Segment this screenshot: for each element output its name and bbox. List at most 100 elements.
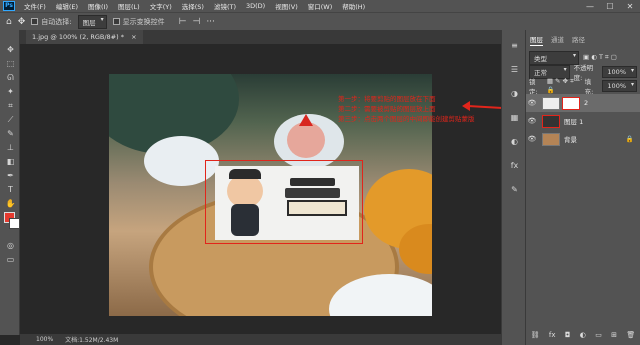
tools-panel: ✥ ⬚ ᘏ ✦ ⌗ ⟋ ✎ ⊥ ◧ ✒ T ✋ ◎ ▭ <box>0 30 20 335</box>
magic-wand-icon[interactable]: ✦ <box>5 86 16 97</box>
menu-filter[interactable]: 滤镜(T) <box>209 1 241 11</box>
hand-tool-icon[interactable]: ✋ <box>5 198 16 209</box>
annotation-step-2: 第二步：需要被剪贴的图层放上面 <box>338 105 436 113</box>
options-bar: ⌂ ✥ 自动选择: 图层 显示变换控件 ⊢ ⊣ ··· <box>0 12 640 30</box>
layer-filter-dropdown[interactable]: 类型 <box>529 50 579 65</box>
window-controls: — ☐ ✕ <box>580 2 640 11</box>
lock-icon: 🔒 <box>625 135 634 143</box>
layer-thumbnail <box>542 114 560 128</box>
brush-tool-icon[interactable]: ✎ <box>5 128 16 139</box>
move-tool-icon[interactable]: ✥ <box>18 17 26 27</box>
transform-label: 显示变换控件 <box>122 17 165 26</box>
fill-input[interactable]: 100% <box>602 79 638 92</box>
bun-image <box>287 122 325 158</box>
close-button[interactable]: ✕ <box>620 2 640 11</box>
menu-3d[interactable]: 3D(D) <box>241 2 270 10</box>
document-tab-title: 1.jpg @ 100% (2, RGB/8#) * <box>32 33 124 41</box>
pen-tool-icon[interactable]: ✒ <box>5 170 16 181</box>
menu-window[interactable]: 窗口(W) <box>303 1 338 11</box>
trash-icon[interactable]: 🗑 <box>626 331 635 339</box>
history-icon[interactable]: ≡ <box>509 40 520 51</box>
zoom-level[interactable]: 100% <box>36 336 53 343</box>
more-options-icon[interactable]: ··· <box>206 17 215 27</box>
folder-icon[interactable]: ▭ <box>595 331 602 339</box>
auto-select-checkbox[interactable] <box>31 18 39 25</box>
fill-label: 填充: <box>584 77 594 96</box>
tab-channels[interactable]: 通道 <box>551 34 564 46</box>
lock-icons[interactable]: ▦ ✎ ✥ ⌗ 🔒 <box>547 77 581 94</box>
annotation-step-3: 第三步：点击两个图层的中间即能创建剪贴蒙版 <box>338 115 475 123</box>
menu-file[interactable]: 文件(F) <box>19 1 51 11</box>
document-tab-bar: 1.jpg @ 100% (2, RGB/8#) * × <box>20 30 501 44</box>
align-center-icon[interactable]: ⊣ <box>192 17 200 27</box>
annotation-text: 第一步：将要剪贴的图层放在下面 第二步：需要被剪贴的图层放上面 第三步：点击两个… <box>338 94 475 124</box>
maximize-button[interactable]: ☐ <box>600 2 620 11</box>
home-icon[interactable]: ⌂ <box>6 17 12 27</box>
brush-settings-icon[interactable]: ✎ <box>509 184 520 195</box>
layer-row-background[interactable]: 👁 背景 🔒 <box>526 130 640 148</box>
lock-label: 锁定: <box>529 77 538 96</box>
highlight-box <box>205 160 363 244</box>
link-icon[interactable]: ⛓ <box>531 331 540 339</box>
layer-row-layer1[interactable]: 👁 图层 1 <box>526 112 640 130</box>
screen-mode-icon[interactable]: ▭ <box>5 254 16 265</box>
status-bar: 100% 文档:1.52M/2.43M <box>20 334 501 345</box>
minimize-button[interactable]: — <box>580 2 600 11</box>
adjustments-icon[interactable]: ◐ <box>509 136 520 147</box>
layer-row-2[interactable]: 👁 2 <box>526 94 640 112</box>
align-left-icon[interactable]: ⊢ <box>179 17 187 27</box>
move-tool-icon[interactable]: ✥ <box>5 44 16 55</box>
quick-mask-icon[interactable]: ◎ <box>5 240 16 251</box>
visibility-eye-icon[interactable]: 👁 <box>526 99 538 107</box>
auto-select-group: 自动选择: <box>31 17 72 27</box>
styles-icon[interactable]: fx <box>509 160 520 171</box>
lasso-tool-icon[interactable]: ᘏ <box>5 72 16 83</box>
menu-bar: Ps 文件(F) 编辑(E) 图像(I) 图层(L) 文字(Y) 选择(S) 滤… <box>0 0 640 12</box>
annotation-step-1: 第一步：将要剪贴的图层放在下面 <box>338 95 436 103</box>
tab-layers[interactable]: 图层 <box>530 34 543 46</box>
crop-tool-icon[interactable]: ⌗ <box>5 100 16 111</box>
eraser-tool-icon[interactable]: ◧ <box>5 156 16 167</box>
canvas-area[interactable]: 第一步：将要剪贴的图层放在下面 第二步：需要被剪贴的图层放上面 第三步：点击两个… <box>20 44 501 334</box>
layers-panel-footer: ⛓ fx ◘ ◐ ▭ ⊞ 🗑 <box>526 328 640 342</box>
menu-type[interactable]: 文字(Y) <box>145 1 177 11</box>
layers-panel: 图层 通道 路径 类型 ▣ ◐ T ⌗ ▢ 正常 不透明度: 100% 锁定: … <box>526 30 640 345</box>
auto-select-dropdown[interactable]: 图层 <box>77 14 107 29</box>
lock-row: 锁定: ▦ ✎ ✥ ⌗ 🔒 填充: 100% <box>529 77 638 96</box>
menu-view[interactable]: 视图(V) <box>270 1 303 11</box>
menu-help[interactable]: 帮助(H) <box>337 1 370 11</box>
document-tab[interactable]: 1.jpg @ 100% (2, RGB/8#) * × <box>26 30 143 44</box>
layers-panel-tabs: 图层 通道 路径 <box>526 34 640 46</box>
text-tool-icon[interactable]: T <box>5 184 16 195</box>
tab-paths[interactable]: 路径 <box>572 34 585 46</box>
menu-layer[interactable]: 图层(L) <box>113 1 145 11</box>
visibility-eye-icon[interactable]: 👁 <box>526 135 538 143</box>
transform-group: 显示变换控件 <box>112 17 165 27</box>
adjustment-icon[interactable]: ◐ <box>580 331 586 339</box>
fx-icon[interactable]: fx <box>549 331 556 339</box>
transform-checkbox[interactable] <box>112 18 120 25</box>
swatches-icon[interactable]: ▦ <box>509 112 520 123</box>
new-layer-icon[interactable]: ⊞ <box>611 331 617 339</box>
mask-icon[interactable]: ◘ <box>565 331 571 339</box>
panel-icon-strip: ≡ ☰ ◑ ▦ ◐ fx ✎ <box>501 30 526 345</box>
layer-name[interactable]: 2 <box>584 99 588 107</box>
visibility-eye-icon[interactable]: 👁 <box>526 117 538 125</box>
eyedropper-icon[interactable]: ⟋ <box>5 114 16 125</box>
document-info: 文档:1.52M/2.43M <box>65 337 119 344</box>
color-icon[interactable]: ◑ <box>509 88 520 99</box>
menu-edit[interactable]: 编辑(E) <box>51 1 83 11</box>
stamp-tool-icon[interactable]: ⊥ <box>5 142 16 153</box>
layer-thumbnail <box>542 132 560 146</box>
opacity-input[interactable]: 100% <box>602 65 637 78</box>
layer-name[interactable]: 背景 <box>564 134 577 144</box>
marquee-tool-icon[interactable]: ⬚ <box>5 58 16 69</box>
menu-select[interactable]: 选择(S) <box>177 1 209 11</box>
layer-name[interactable]: 图层 1 <box>564 116 583 126</box>
close-tab-icon[interactable]: × <box>131 33 136 41</box>
properties-icon[interactable]: ☰ <box>509 64 520 75</box>
menu-image[interactable]: 图像(I) <box>83 1 113 11</box>
party-hat-image <box>299 114 313 126</box>
background-color-swatch[interactable] <box>9 218 20 229</box>
photoshop-logo-icon: Ps <box>3 1 15 11</box>
